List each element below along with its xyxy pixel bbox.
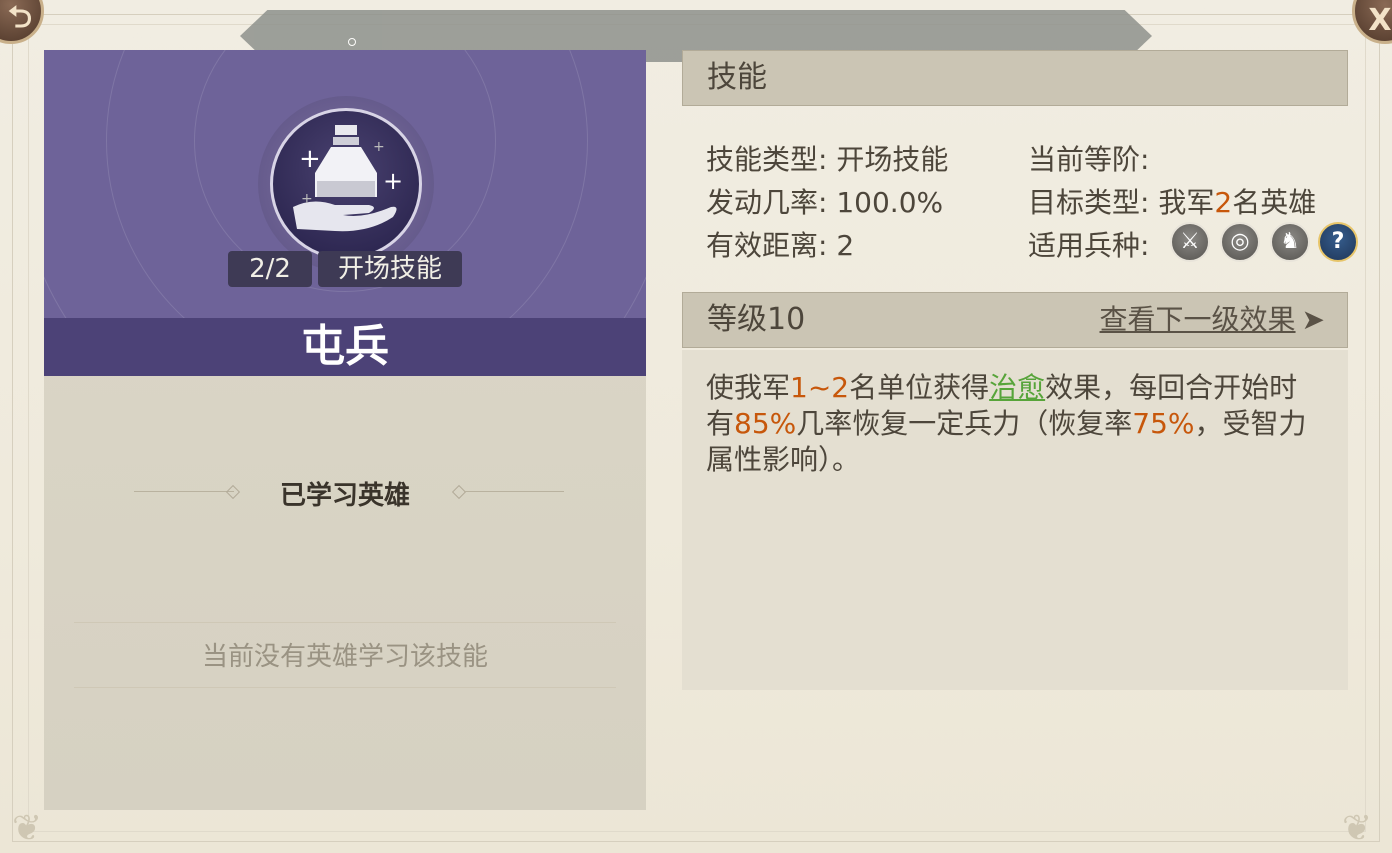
target-icon[interactable]: ◎: [1220, 222, 1260, 262]
target-suffix: 名英雄: [1232, 186, 1317, 219]
current-rank-label: 当前等阶:: [1028, 143, 1150, 176]
section-skill-header: 技能: [682, 50, 1348, 106]
skill-card: + + + + 2/2 开场技能 屯兵 已学习英雄 当前没有英雄学习该技能: [44, 50, 646, 810]
next-level-link[interactable]: 查看下一级效果 ➤: [1100, 293, 1325, 347]
arrow-right-icon: ➤: [1301, 303, 1325, 336]
horse-icon[interactable]: ♞: [1270, 222, 1310, 262]
learned-heroes-title: 已学习英雄: [279, 481, 410, 511]
troop-type-label: 适用兵种:: [1028, 229, 1150, 262]
skill-type-row: 技能类型: 开场技能: [706, 138, 948, 178]
trigger-rate-value: 100.0%: [836, 186, 944, 219]
range-label: 有效距离:: [706, 229, 828, 262]
range-row: 有效距离: 2: [706, 224, 854, 264]
svg-text:+: +: [299, 144, 321, 174]
skill-description: 使我军1~2名单位获得治愈效果，每回合开始时有85%几率恢复一定兵力（恢复率75…: [706, 370, 1316, 478]
range-value: 2: [836, 229, 855, 262]
svg-text:+: +: [373, 139, 385, 155]
banner-dot: [348, 38, 356, 46]
trigger-rate-row: 发动几率: 100.0%: [706, 181, 943, 221]
heal-keyword-link[interactable]: 治愈: [989, 371, 1045, 404]
empty-message: 当前没有英雄学习该技能: [201, 642, 488, 672]
skill-type-value: 开场技能: [836, 143, 949, 176]
help-icon[interactable]: ?: [1318, 222, 1358, 262]
potion-hand-icon[interactable]: + + + +: [270, 108, 422, 260]
sword-icon[interactable]: ⚔: [1170, 222, 1210, 262]
current-rank-row: 当前等阶:: [1028, 138, 1149, 178]
share-icon: ⮌: [7, 0, 33, 35]
troop-type-row: 适用兵种:: [1028, 224, 1149, 264]
close-icon: X: [1368, 2, 1392, 38]
target-prefix: 我军: [1158, 186, 1215, 219]
description-box: 使我军1~2名单位获得治愈效果，每回合开始时有85%几率恢复一定兵力（恢复率75…: [682, 350, 1348, 690]
target-type-row: 目标类型: 我军2名英雄: [1028, 181, 1316, 221]
desc-text: 使我军: [706, 371, 791, 404]
desc-text: 名单位获得: [849, 371, 990, 404]
desc-text: 几率恢复一定兵力（恢复率: [796, 407, 1133, 440]
target-count: 2: [1214, 186, 1233, 219]
skill-header: + + + + 2/2 开场技能: [44, 50, 646, 318]
corner-flourish-left: ❦: [12, 808, 43, 849]
corner-flourish-right: ❦: [1342, 808, 1373, 849]
skill-name: 屯兵: [44, 318, 646, 376]
target-type-label: 目标类型:: [1028, 186, 1150, 219]
level-header: 等级10 查看下一级效果 ➤: [682, 292, 1348, 348]
skill-progress-badge: 2/2: [228, 251, 312, 287]
svg-text:+: +: [383, 167, 403, 195]
next-level-label: 查看下一级效果: [1099, 303, 1296, 336]
desc-value: 1~2: [790, 371, 850, 404]
trigger-rate-label: 发动几率:: [706, 186, 828, 219]
level-title: 等级10: [707, 302, 806, 337]
divider-right: [464, 491, 564, 492]
desc-value: 85%: [734, 407, 797, 440]
svg-text:+: +: [301, 191, 313, 207]
desc-value: 75%: [1132, 407, 1195, 440]
empty-message-box: 当前没有英雄学习该技能: [74, 610, 616, 694]
skill-type-label: 技能类型:: [706, 143, 828, 176]
skill-type-badge: 开场技能: [318, 251, 462, 287]
